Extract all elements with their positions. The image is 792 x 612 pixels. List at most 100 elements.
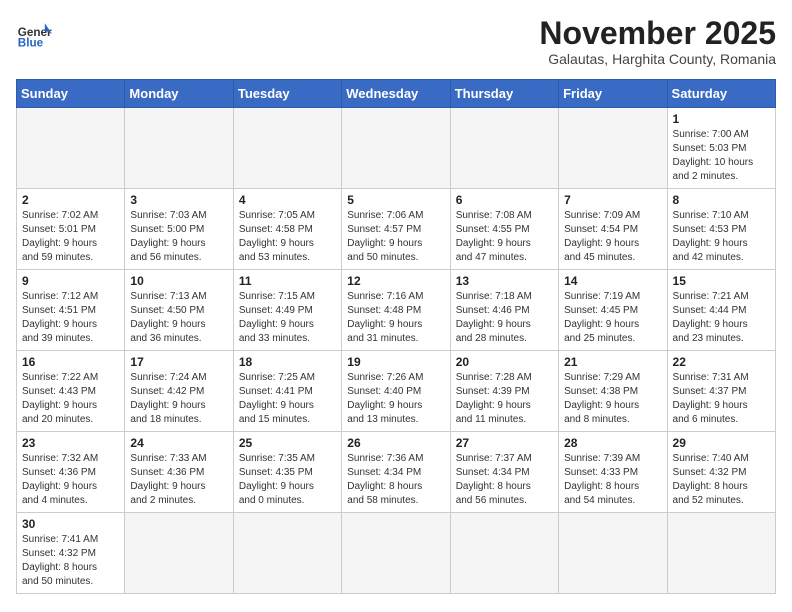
calendar-week-row: 23Sunrise: 7:32 AM Sunset: 4:36 PM Dayli… (17, 432, 776, 513)
table-row: 5Sunrise: 7:06 AM Sunset: 4:57 PM Daylig… (342, 189, 450, 270)
day-info: Sunrise: 7:41 AM Sunset: 4:32 PM Dayligh… (22, 533, 119, 589)
day-info: Sunrise: 7:32 AM Sunset: 4:36 PM Dayligh… (22, 452, 119, 508)
page-header: General Blue November 2025 Galautas, Har… (16, 16, 776, 67)
table-row: 9Sunrise: 7:12 AM Sunset: 4:51 PM Daylig… (17, 270, 125, 351)
day-info: Sunrise: 7:24 AM Sunset: 4:42 PM Dayligh… (130, 371, 227, 427)
calendar-week-row: 9Sunrise: 7:12 AM Sunset: 4:51 PM Daylig… (17, 270, 776, 351)
day-info: Sunrise: 7:15 AM Sunset: 4:49 PM Dayligh… (239, 290, 336, 346)
day-number: 7 (564, 193, 661, 207)
day-info: Sunrise: 7:19 AM Sunset: 4:45 PM Dayligh… (564, 290, 661, 346)
day-info: Sunrise: 7:16 AM Sunset: 4:48 PM Dayligh… (347, 290, 444, 346)
day-info: Sunrise: 7:39 AM Sunset: 4:33 PM Dayligh… (564, 452, 661, 508)
day-number: 14 (564, 274, 661, 288)
day-number: 10 (130, 274, 227, 288)
day-info: Sunrise: 7:33 AM Sunset: 4:36 PM Dayligh… (130, 452, 227, 508)
table-row: 6 Sunrise: 7:08 AM Sunset: 4:55 PM Daylig… (450, 189, 558, 270)
day-info: Sunrise: 7:21 AM Sunset: 4:44 PM Dayligh… (673, 290, 770, 346)
day-number: 3 (130, 193, 227, 207)
day-number: 28 (564, 436, 661, 450)
day-number: 15 (673, 274, 770, 288)
table-row: 26Sunrise: 7:36 AM Sunset: 4:34 PM Dayli… (342, 432, 450, 513)
table-row: 14 Sunrise: 7:19 AM Sunset: 4:45 PM Dayli… (559, 270, 667, 351)
col-sunday: Sunday (17, 80, 125, 108)
day-info: Sunrise: 7:02 AM Sunset: 5:01 PM Dayligh… (22, 209, 119, 265)
table-row: 24Sunrise: 7:33 AM Sunset: 4:36 PM Dayli… (125, 432, 233, 513)
day-info: Sunrise: 7:12 AM Sunset: 4:51 PM Dayligh… (22, 290, 119, 346)
day-info: Sunrise: 7:13 AM Sunset: 4:50 PM Dayligh… (130, 290, 227, 346)
table-row: 16Sunrise: 7:22 AM Sunset: 4:43 PM Dayli… (17, 351, 125, 432)
table-row (559, 513, 667, 594)
table-row: 23Sunrise: 7:32 AM Sunset: 4:36 PM Dayli… (17, 432, 125, 513)
day-info: Sunrise: 7:36 AM Sunset: 4:34 PM Dayligh… (347, 452, 444, 508)
day-number: 21 (564, 355, 661, 369)
day-number: 13 (456, 274, 553, 288)
col-saturday: Saturday (667, 80, 775, 108)
day-number: 19 (347, 355, 444, 369)
col-monday: Monday (125, 80, 233, 108)
table-row: 13 Sunrise: 7:18 AM Sunset: 4:46 PM Dayli… (450, 270, 558, 351)
calendar-week-row: 30Sunrise: 7:41 AM Sunset: 4:32 PM Dayli… (17, 513, 776, 594)
table-row (17, 108, 125, 189)
table-row (450, 513, 558, 594)
day-number: 5 (347, 193, 444, 207)
table-row: 21 Sunrise: 7:29 AM Sunset: 4:38 PM Dayli… (559, 351, 667, 432)
table-row: 30Sunrise: 7:41 AM Sunset: 4:32 PM Dayli… (17, 513, 125, 594)
day-number: 16 (22, 355, 119, 369)
day-info: Sunrise: 7:35 AM Sunset: 4:35 PM Dayligh… (239, 452, 336, 508)
title-block: November 2025 Galautas, Harghita County,… (539, 16, 776, 67)
table-row: 28 Sunrise: 7:39 AM Sunset: 4:33 PM Dayli… (559, 432, 667, 513)
calendar-table: Sunday Monday Tuesday Wednesday Thursday… (16, 79, 776, 594)
table-row (450, 108, 558, 189)
day-number: 17 (130, 355, 227, 369)
table-row: 20 Sunrise: 7:28 AM Sunset: 4:39 PM Dayli… (450, 351, 558, 432)
table-row (233, 513, 341, 594)
day-info: Sunrise: 7:29 AM Sunset: 4:38 PM Dayligh… (564, 371, 661, 427)
day-number: 22 (673, 355, 770, 369)
table-row: 29 Sunrise: 7:40 AM Sunset: 4:32 PM Dayli… (667, 432, 775, 513)
calendar-subtitle: Galautas, Harghita County, Romania (539, 51, 776, 67)
table-row: 7Sunrise: 7:09 AM Sunset: 4:54 PM Daylig… (559, 189, 667, 270)
table-row: 25 Sunrise: 7:35 AM Sunset: 4:35 PM Dayli… (233, 432, 341, 513)
day-number: 25 (239, 436, 336, 450)
day-info: Sunrise: 7:00 AM Sunset: 5:03 PM Dayligh… (673, 128, 770, 184)
table-row: 22 Sunrise: 7:31 AM Sunset: 4:37 PM Dayli… (667, 351, 775, 432)
table-row: 2 Sunrise: 7:02 AM Sunset: 5:01 PM Daylig… (17, 189, 125, 270)
day-number: 8 (673, 193, 770, 207)
table-row: 27 Sunrise: 7:37 AM Sunset: 4:34 PM Dayli… (450, 432, 558, 513)
calendar-header-row: Sunday Monday Tuesday Wednesday Thursday… (17, 80, 776, 108)
table-row: 11Sunrise: 7:15 AM Sunset: 4:49 PM Dayli… (233, 270, 341, 351)
day-info: Sunrise: 7:26 AM Sunset: 4:40 PM Dayligh… (347, 371, 444, 427)
day-number: 6 (456, 193, 553, 207)
day-info: Sunrise: 7:37 AM Sunset: 4:34 PM Dayligh… (456, 452, 553, 508)
day-info: Sunrise: 7:31 AM Sunset: 4:37 PM Dayligh… (673, 371, 770, 427)
table-row (342, 513, 450, 594)
table-row: 1 Sunrise: 7:00 AM Sunset: 5:03 PM Daylig… (667, 108, 775, 189)
day-number: 2 (22, 193, 119, 207)
day-info: Sunrise: 7:03 AM Sunset: 5:00 PM Dayligh… (130, 209, 227, 265)
calendar-week-row: 1 Sunrise: 7:00 AM Sunset: 5:03 PM Daylig… (17, 108, 776, 189)
table-row: 10 Sunrise: 7:13 AM Sunset: 4:50 PM Dayli… (125, 270, 233, 351)
day-number: 1 (673, 112, 770, 126)
col-wednesday: Wednesday (342, 80, 450, 108)
day-info: Sunrise: 7:08 AM Sunset: 4:55 PM Dayligh… (456, 209, 553, 265)
day-number: 20 (456, 355, 553, 369)
day-info: Sunrise: 7:40 AM Sunset: 4:32 PM Dayligh… (673, 452, 770, 508)
day-info: Sunrise: 7:18 AM Sunset: 4:46 PM Dayligh… (456, 290, 553, 346)
table-row: 3 Sunrise: 7:03 AM Sunset: 5:00 PM Daylig… (125, 189, 233, 270)
calendar-week-row: 16Sunrise: 7:22 AM Sunset: 4:43 PM Dayli… (17, 351, 776, 432)
day-number: 18 (239, 355, 336, 369)
calendar-title: November 2025 (539, 16, 776, 51)
table-row: 4Sunrise: 7:05 AM Sunset: 4:58 PM Daylig… (233, 189, 341, 270)
day-info: Sunrise: 7:28 AM Sunset: 4:39 PM Dayligh… (456, 371, 553, 427)
col-thursday: Thursday (450, 80, 558, 108)
col-friday: Friday (559, 80, 667, 108)
day-info: Sunrise: 7:25 AM Sunset: 4:41 PM Dayligh… (239, 371, 336, 427)
table-row: 19 Sunrise: 7:26 AM Sunset: 4:40 PM Dayli… (342, 351, 450, 432)
table-row: 18 Sunrise: 7:25 AM Sunset: 4:41 PM Dayli… (233, 351, 341, 432)
table-row (559, 108, 667, 189)
day-number: 29 (673, 436, 770, 450)
day-number: 27 (456, 436, 553, 450)
calendar-week-row: 2 Sunrise: 7:02 AM Sunset: 5:01 PM Daylig… (17, 189, 776, 270)
logo-icon: General Blue (16, 16, 52, 52)
table-row (125, 108, 233, 189)
